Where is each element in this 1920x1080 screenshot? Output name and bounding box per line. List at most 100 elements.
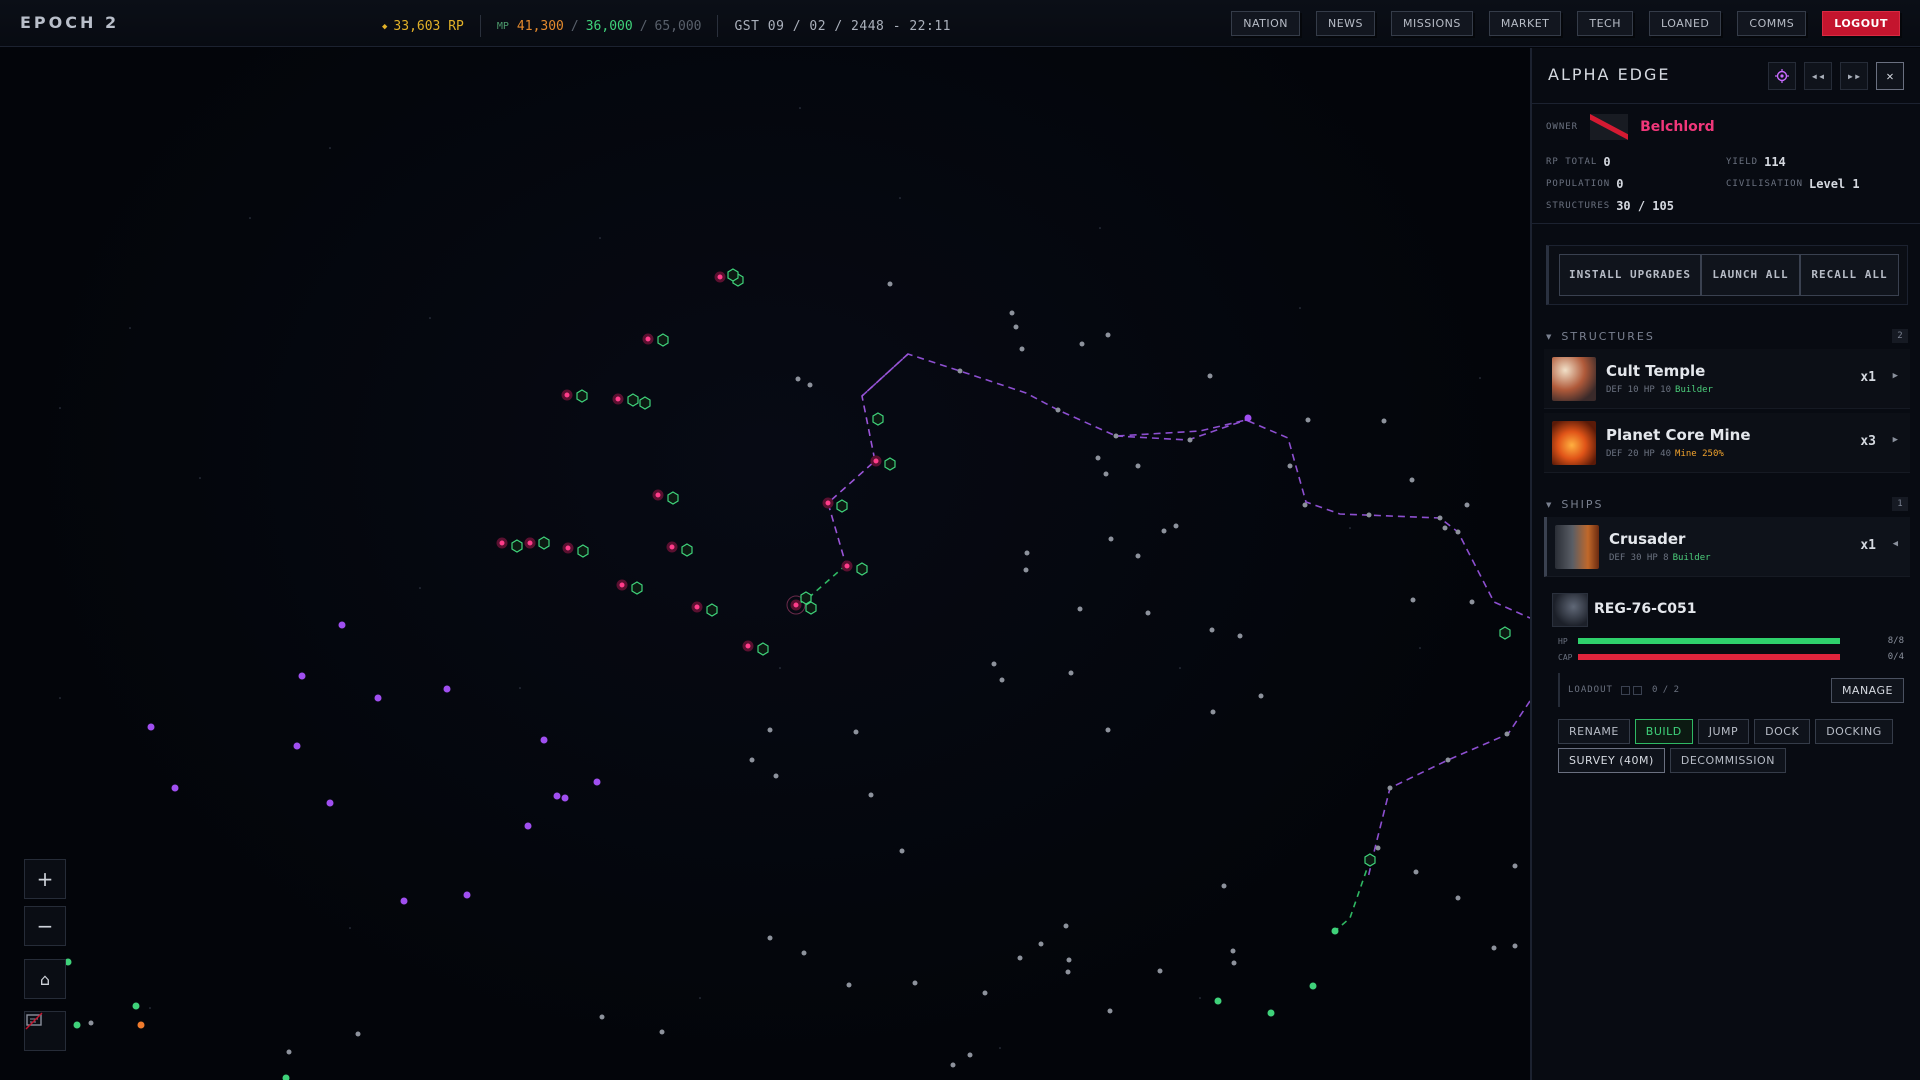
hp-label: HP bbox=[1558, 636, 1568, 646]
crusader-thumbnail bbox=[1555, 525, 1599, 569]
structure-card[interactable]: Cult Temple DEF 10 HP 10 Builder x1 ▶ bbox=[1544, 349, 1910, 409]
star-map-canvas[interactable] bbox=[0, 48, 1530, 1080]
structure-name: Cult Temple bbox=[1606, 362, 1706, 380]
nav-news-button[interactable]: NEWS bbox=[1315, 11, 1376, 36]
manage-loadout-button[interactable]: MANAGE bbox=[1830, 677, 1904, 703]
green-stars bbox=[64, 927, 1339, 1080]
purple-stars bbox=[147, 414, 1252, 905]
galaxy-map[interactable]: + − ⌂ bbox=[0, 48, 1530, 1080]
game-time: GST 09 / 02 / 2448 - 22:11 bbox=[734, 18, 951, 34]
logout-button[interactable]: LOGOUT bbox=[1822, 11, 1900, 36]
civilisation-value: Level 1 bbox=[1809, 177, 1860, 191]
build-button[interactable]: BUILD bbox=[1634, 719, 1693, 744]
hp-bar-row: HP 8/8 bbox=[1558, 635, 1904, 647]
ships-section-label: ▼ SHIPS bbox=[1546, 498, 1604, 511]
collapse-arrow-icon[interactable]: ◀ bbox=[1893, 539, 1898, 549]
top-bar: EPOCH 2 ◆ 33,603 RP MP 41,300 / 36,000 / … bbox=[0, 0, 1920, 47]
rename-button[interactable]: RENAME bbox=[1558, 719, 1630, 744]
hp-value: 8/8 bbox=[1887, 636, 1904, 646]
ship-detail: REG-76-C051 HP 8/8 CAP 0/4 LOADOUT 0 / 2… bbox=[1544, 583, 1910, 783]
structure-stat-values: DEF 20 HP 40 bbox=[1606, 449, 1672, 459]
structure-stat-values: DEF 10 HP 10 bbox=[1606, 385, 1672, 395]
structure-role: Mine 250% bbox=[1675, 449, 1724, 459]
dock-button[interactable]: DOCK bbox=[1754, 719, 1811, 744]
mp-label: MP bbox=[496, 20, 509, 32]
expand-arrow-icon[interactable]: ▶ bbox=[1893, 435, 1898, 445]
ship-stats: DEF 30 HP 8 Builder bbox=[1609, 553, 1711, 563]
nav-nation-button[interactable]: NATION bbox=[1231, 11, 1300, 36]
civilisation-label: CIVILISATION bbox=[1726, 179, 1804, 189]
ship-name: Crusader bbox=[1609, 530, 1686, 548]
next-system-button[interactable]: ▸▸ bbox=[1840, 62, 1868, 90]
docking-button[interactable]: DOCKING bbox=[1815, 719, 1893, 744]
loadout-slot[interactable] bbox=[1632, 685, 1642, 695]
nav-market-button[interactable]: MARKET bbox=[1488, 11, 1562, 36]
chat-toggle-button[interactable] bbox=[24, 1011, 66, 1051]
jump-button[interactable]: JUMP bbox=[1697, 719, 1750, 744]
zoom-out-button[interactable]: − bbox=[24, 906, 66, 946]
ships-count-badge: 1 bbox=[1892, 497, 1908, 511]
nav-comms-button[interactable]: COMMS bbox=[1737, 11, 1807, 36]
owned-systems[interactable] bbox=[496, 268, 1511, 867]
zoom-in-button[interactable]: + bbox=[24, 859, 66, 899]
rp-total-cell: RP TOTAL 0 bbox=[1546, 155, 1726, 169]
route-purple-2 bbox=[1115, 419, 1247, 441]
structure-name: Planet Core Mine bbox=[1606, 426, 1751, 444]
panel-divider bbox=[1532, 223, 1920, 224]
ship-card[interactable]: Crusader DEF 30 HP 8 Builder x1 ◀ bbox=[1544, 517, 1910, 577]
recall-all-button[interactable]: RECALL ALL bbox=[1800, 254, 1899, 296]
mp-slash-2: / bbox=[639, 18, 648, 34]
mp-slash-1: / bbox=[570, 18, 579, 34]
system-name: ALPHA EDGE bbox=[1548, 65, 1671, 84]
mp-max: 65,000 bbox=[654, 18, 702, 34]
game-title: EPOCH 2 bbox=[20, 13, 120, 32]
structures-section-header[interactable]: ▼ STRUCTURES 2 bbox=[1546, 329, 1908, 343]
rp-stat: ◆ 33,603 RP bbox=[382, 19, 464, 34]
population-value: 0 bbox=[1616, 177, 1624, 191]
survey-button[interactable]: SURVEY (40M) bbox=[1558, 748, 1665, 773]
structure-card[interactable]: Planet Core Mine DEF 20 HP 40 Mine 250% x… bbox=[1544, 413, 1910, 473]
loadout-row: LOADOUT 0 / 2 MANAGE bbox=[1558, 673, 1904, 707]
route-purple bbox=[861, 353, 1530, 619]
loadout-label: LOADOUT bbox=[1568, 685, 1613, 695]
mp-second: 36,000 bbox=[585, 18, 633, 34]
rp-value: 33,603 RP bbox=[393, 18, 464, 34]
yield-label: YIELD bbox=[1726, 157, 1759, 167]
structure-quantity: x1 bbox=[1860, 370, 1876, 385]
ship-role: Builder bbox=[1672, 553, 1711, 563]
loadout-slot[interactable] bbox=[1620, 685, 1630, 695]
ship-actions-row-2: SURVEY (40M) DECOMMISSION bbox=[1558, 748, 1786, 773]
mp-current: 41,300 bbox=[516, 18, 564, 34]
stat-divider bbox=[717, 15, 719, 37]
ships-section-title: SHIPS bbox=[1561, 497, 1604, 511]
install-upgrades-button[interactable]: INSTALL UPGRADES bbox=[1559, 254, 1701, 296]
nav-missions-button[interactable]: MISSIONS bbox=[1391, 11, 1473, 36]
stats-row: STRUCTURES 30 / 105 bbox=[1546, 195, 1906, 217]
owner-label: OWNER bbox=[1546, 122, 1579, 132]
owner-name[interactable]: Belchlord bbox=[1640, 119, 1715, 135]
previous-system-button[interactable]: ◂◂ bbox=[1804, 62, 1832, 90]
cap-bar-row: CAP 0/4 bbox=[1558, 651, 1904, 663]
background-dust bbox=[59, 107, 1481, 1049]
cap-bar-fill bbox=[1578, 654, 1840, 660]
ships-section-header[interactable]: ▼ SHIPS 1 bbox=[1546, 497, 1908, 511]
panel-header: ALPHA EDGE ◂◂ ▸▸ ✕ bbox=[1532, 48, 1920, 104]
main-nav: NATION NEWS MISSIONS MARKET TECH LOANED … bbox=[1231, 11, 1900, 36]
caret-down-icon: ▼ bbox=[1546, 500, 1554, 509]
locate-button[interactable] bbox=[1768, 62, 1796, 90]
decommission-button[interactable]: DECOMMISSION bbox=[1669, 748, 1786, 773]
target-icon bbox=[1775, 69, 1789, 83]
population-cell: POPULATION 0 bbox=[1546, 177, 1726, 191]
expand-arrow-icon[interactable]: ▶ bbox=[1893, 371, 1898, 381]
launch-all-button[interactable]: LAUNCH ALL bbox=[1701, 254, 1800, 296]
structure-stats: DEF 10 HP 10 Builder bbox=[1606, 385, 1713, 395]
nav-loaned-button[interactable]: LOANED bbox=[1649, 11, 1722, 36]
home-button[interactable]: ⌂ bbox=[24, 959, 66, 999]
ship-registration[interactable]: REG-76-C051 bbox=[1594, 601, 1696, 617]
civilisation-cell: CIVILISATION Level 1 bbox=[1726, 177, 1906, 191]
close-panel-button[interactable]: ✕ bbox=[1876, 62, 1904, 90]
structures-count-badge: 2 bbox=[1892, 329, 1908, 343]
nav-tech-button[interactable]: TECH bbox=[1577, 11, 1634, 36]
structures-label: STRUCTURES bbox=[1546, 201, 1611, 211]
ship-quantity: x1 bbox=[1860, 538, 1876, 553]
